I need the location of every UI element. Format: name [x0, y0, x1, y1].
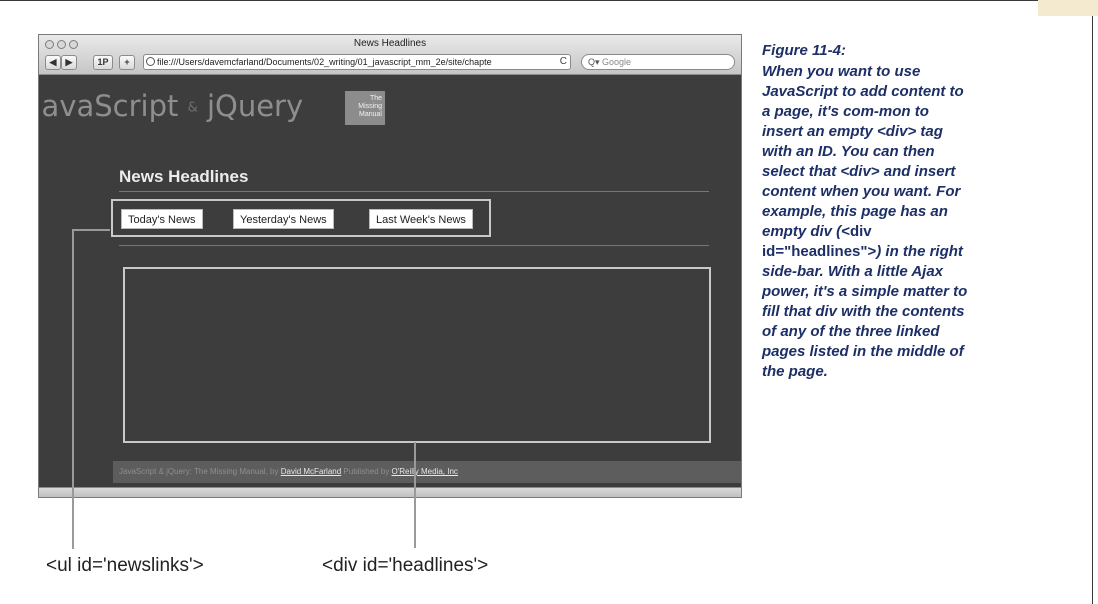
figure-caption-title: Figure 11-4:	[762, 42, 846, 59]
badge-line: The	[369, 95, 382, 102]
site-logo: JavaScript & jQuery	[38, 89, 304, 123]
back-arrow-icon: ◀	[49, 57, 57, 67]
search-input[interactable]: Q▾ Google	[581, 54, 735, 70]
browser-titlebar: News Headlines ◀ ▶ 1P + file:///Users/da…	[39, 35, 741, 75]
logo-word-javascript: JavaScript	[38, 89, 179, 123]
forward-button[interactable]: ▶	[61, 55, 77, 70]
nav-link-last-weeks-news[interactable]: Last Week's News	[369, 209, 473, 229]
callout-leader-newslinks-h	[72, 229, 110, 231]
callout-label-newslinks: <ul id='newslinks'>	[46, 555, 204, 576]
badge-line: Manual	[359, 111, 382, 118]
figure-caption-body: When you want to use JavaScript to add c…	[762, 62, 972, 382]
newslinks-list: Today's News Yesterday's News Last Week'…	[111, 199, 491, 237]
badge-line: Missing	[358, 103, 382, 110]
caption-text: When you want to use JavaScript to add c…	[762, 63, 964, 240]
site-footer: JavaScript & jQuery: The Missing Manual,…	[113, 461, 741, 483]
back-button[interactable]: ◀	[45, 55, 61, 70]
callout-leader-headlines	[414, 442, 416, 548]
add-bookmark-button[interactable]: +	[119, 55, 135, 70]
footer-author-link[interactable]: David McFarland	[281, 467, 341, 476]
divider	[119, 245, 709, 246]
address-bar[interactable]: file:///Users/davemcfarland/Documents/02…	[143, 54, 571, 70]
caption-text: ) in the right side-bar. With a little A…	[762, 243, 968, 380]
nav-link-yesterdays-news[interactable]: Yesterday's News	[233, 209, 334, 229]
footer-text: Published by	[343, 467, 390, 476]
nav-link-todays-news[interactable]: Today's News	[121, 209, 203, 229]
onepassword-button[interactable]: 1P	[93, 55, 113, 70]
address-bar-url: file:///Users/davemcfarland/Documents/02…	[157, 57, 492, 67]
browser-statusbar	[39, 487, 741, 497]
globe-icon	[146, 57, 155, 66]
divider	[119, 191, 709, 192]
footer-publisher-link[interactable]: O'Reilly Media, Inc	[391, 467, 457, 476]
callout-leader-newslinks-v	[72, 229, 74, 549]
browser-window: News Headlines ◀ ▶ 1P + file:///Users/da…	[38, 34, 742, 498]
window-title: News Headlines	[353, 38, 427, 49]
callout-label-headlines: <div id='headlines'>	[322, 555, 489, 576]
headlines-div	[123, 267, 711, 443]
page-content: JavaScript & jQuery The Missing Manual N…	[39, 75, 741, 487]
logo-word-jquery: jQuery	[206, 89, 304, 123]
page-title: News Headlines	[119, 167, 249, 186]
footer-text: JavaScript & jQuery: The Missing Manual,…	[119, 467, 279, 476]
reload-icon[interactable]: C	[557, 55, 567, 69]
forward-arrow-icon: ▶	[65, 57, 73, 67]
search-placeholder: Google	[602, 57, 632, 67]
logo-ampersand: &	[187, 100, 198, 116]
missing-manual-badge: The Missing Manual	[345, 91, 385, 125]
page-corner-tab	[1038, 0, 1098, 16]
search-icon: Q▾	[588, 57, 600, 67]
